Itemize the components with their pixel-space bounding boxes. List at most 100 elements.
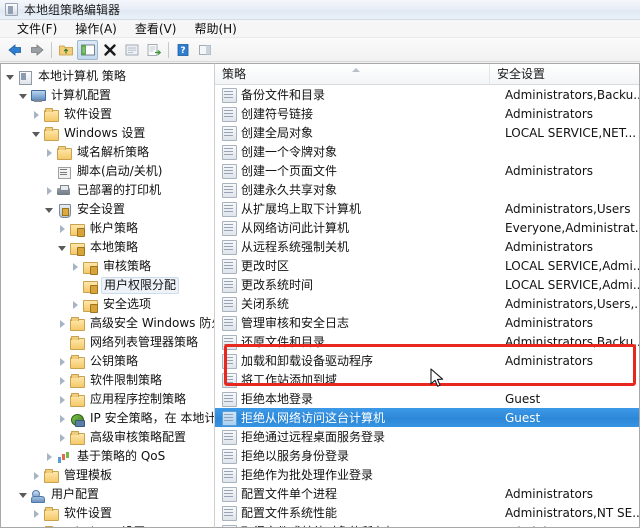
security-setting-cell: LOCAL SERVICE,NET... — [505, 125, 637, 140]
tree-node[interactable]: 软件设置 — [4, 105, 214, 124]
tree-node[interactable]: 计算机配置 — [4, 86, 214, 105]
console-tree-pane[interactable]: 本地计算机 策略 计算机配置 软件设置 Windows 设置 域名解析策略 脚本(启动/关… — [0, 63, 214, 528]
show-hide-tree-icon[interactable] — [77, 39, 98, 60]
table-row[interactable]: 更改系统时间 LOCAL SERVICE,Admi... — [215, 275, 639, 294]
tree-node[interactable]: IP 安全策略，在 本地计算机 — [4, 409, 214, 428]
show-pane-icon[interactable] — [194, 40, 215, 60]
table-row[interactable]: 将工作站添加到域 — [215, 370, 639, 389]
expand-arrow-icon[interactable] — [56, 393, 69, 406]
table-row[interactable]: 创建一个令牌对象 — [215, 142, 639, 161]
expand-arrow-icon[interactable] — [30, 108, 43, 121]
tree-node[interactable]: 高级安全 Windows 防火墙 — [4, 314, 214, 333]
properties-icon[interactable] — [121, 40, 142, 60]
tree-node[interactable]: Windows 设置 — [4, 124, 214, 143]
table-row[interactable]: 从远程系统强制关机 Administrators — [215, 237, 639, 256]
expand-arrow-icon[interactable] — [30, 469, 43, 482]
tree-node[interactable]: 基于策略的 QoS — [4, 447, 214, 466]
collapse-arrow-icon[interactable] — [4, 70, 17, 83]
table-row[interactable]: 拒绝从网络访问这台计算机 Guest — [215, 408, 639, 427]
table-row[interactable]: 拒绝本地登录 Guest — [215, 389, 639, 408]
expand-arrow-icon[interactable] — [69, 260, 82, 273]
tree-node[interactable]: 软件限制策略 — [4, 371, 214, 390]
up-folder-icon[interactable] — [55, 40, 76, 60]
forward-arrow-icon[interactable] — [26, 40, 47, 60]
table-row[interactable]: 加载和卸载设备驱动程序 Administrators — [215, 351, 639, 370]
tree-node[interactable]: 本地计算机 策略 — [4, 67, 214, 86]
tree-node[interactable]: 软件设置 — [4, 504, 214, 523]
back-arrow-icon[interactable] — [4, 40, 25, 60]
table-row[interactable]: 更改时区 LOCAL SERVICE,Admi... — [215, 256, 639, 275]
expand-arrow-icon[interactable] — [56, 431, 69, 444]
menu-help[interactable]: 帮助(H) — [185, 20, 245, 38]
table-row[interactable]: 从网络访问此计算机 Everyone,Administrat... — [215, 218, 639, 237]
expand-arrow-icon[interactable] — [56, 355, 69, 368]
menu-action[interactable]: 操作(A) — [66, 20, 126, 38]
expand-arrow-icon[interactable] — [43, 184, 56, 197]
column-policy[interactable]: 策略 — [215, 64, 490, 84]
collapse-arrow-icon[interactable] — [43, 203, 56, 216]
tree-node[interactable]: 安全选项 — [4, 295, 214, 314]
folder-icon — [69, 354, 85, 369]
table-row[interactable]: 创建符号链接 Administrators — [215, 104, 639, 123]
table-row[interactable]: 从扩展坞上取下计算机 Administrators,Users — [215, 199, 639, 218]
tree-node[interactable]: 管理模板 — [4, 466, 214, 485]
tree-node[interactable]: 安全设置 — [4, 200, 214, 219]
tree-node[interactable]: 网络列表管理器策略 — [4, 333, 214, 352]
tree-node-label: IP 安全策略，在 本地计算机 — [90, 411, 214, 425]
policy-setting-icon — [221, 220, 237, 236]
tree-node-label: Windows 设置 — [62, 524, 148, 527]
collapse-arrow-icon[interactable] — [56, 241, 69, 254]
tree-node[interactable]: 高级审核策略配置 — [4, 428, 214, 447]
table-row[interactable]: 拒绝通过远程桌面服务登录 — [215, 427, 639, 446]
expand-arrow-icon[interactable] — [69, 298, 82, 311]
tree-node[interactable]: 域名解析策略 — [4, 143, 214, 162]
table-row[interactable]: 创建一个页面文件 Administrators — [215, 161, 639, 180]
tree-node[interactable]: Windows 设置 — [4, 523, 214, 527]
table-row[interactable]: 备份文件和目录 Administrators,Backu... — [215, 85, 639, 104]
security-setting-cell: Everyone,Administrat... — [505, 220, 639, 235]
table-row[interactable]: 配置文件单个进程 Administrators — [215, 484, 639, 503]
menu-file[interactable]: 文件(F) — [8, 20, 66, 38]
help-icon[interactable]: ? — [172, 40, 193, 60]
table-row[interactable]: 关闭系统 Administrators,Users,... — [215, 294, 639, 313]
expand-arrow-icon[interactable] — [43, 146, 56, 159]
table-row[interactable]: 创建永久共享对象 — [215, 180, 639, 199]
policy-setting-icon — [221, 239, 237, 255]
delete-x-icon[interactable] — [99, 40, 120, 60]
column-security-setting[interactable]: 安全设置 — [490, 64, 639, 84]
expand-arrow-icon[interactable] — [56, 412, 69, 425]
security-setting-cell: Guest — [505, 391, 541, 406]
tree-node[interactable]: 公钥策略 — [4, 352, 214, 371]
tree-node[interactable]: 本地策略 — [4, 238, 214, 257]
tree-node[interactable]: 脚本(启动/关机) — [4, 162, 214, 181]
tree-node-label: 用户权限分配 — [101, 277, 180, 294]
tree-node[interactable]: 应用程序控制策略 — [4, 390, 214, 409]
policy-name-cell: 更改系统时间 — [241, 278, 314, 292]
table-row[interactable]: 还原文件和目录 Administrators,Backu... — [215, 332, 639, 351]
collapse-arrow-icon[interactable] — [30, 127, 43, 140]
collapse-arrow-icon[interactable] — [17, 488, 30, 501]
table-row[interactable]: 取得文件或其他对象的所有权Administrators — [215, 522, 639, 527]
expand-arrow-icon[interactable] — [43, 450, 56, 463]
tree-node[interactable]: 帐户策略 — [4, 219, 214, 238]
expand-arrow-icon[interactable] — [56, 317, 69, 330]
expand-arrow-icon[interactable] — [56, 374, 69, 387]
table-row[interactable]: 拒绝作为批处理作业登录 — [215, 465, 639, 484]
table-row[interactable]: 管理审核和安全日志 Administrators — [215, 313, 639, 332]
expand-arrow-icon[interactable] — [30, 507, 43, 520]
export-list-icon[interactable] — [143, 40, 164, 60]
policy-list-pane[interactable]: 策略 安全设置 备份文件和目录 Administrators,Backu... 创建… — [214, 63, 640, 528]
table-row[interactable]: 配置文件系统性能 Administrators,NT SE... — [215, 503, 639, 522]
table-row[interactable]: 拒绝以服务身份登录 — [215, 446, 639, 465]
tree-node[interactable]: 审核策略 — [4, 257, 214, 276]
menu-view[interactable]: 查看(V) — [126, 20, 186, 38]
collapse-arrow-icon[interactable] — [17, 89, 30, 102]
tree-node[interactable]: 用户配置 — [4, 485, 214, 504]
tree-node[interactable]: 已部署的打印机 — [4, 181, 214, 200]
table-row[interactable]: 创建全局对象 LOCAL SERVICE,NET... — [215, 123, 639, 142]
expand-arrow-icon[interactable] — [56, 222, 69, 235]
policy-setting-icon — [221, 315, 237, 331]
policy-name-cell: 创建一个令牌对象 — [241, 145, 338, 159]
tree-node[interactable]: 用户权限分配 — [4, 276, 214, 295]
